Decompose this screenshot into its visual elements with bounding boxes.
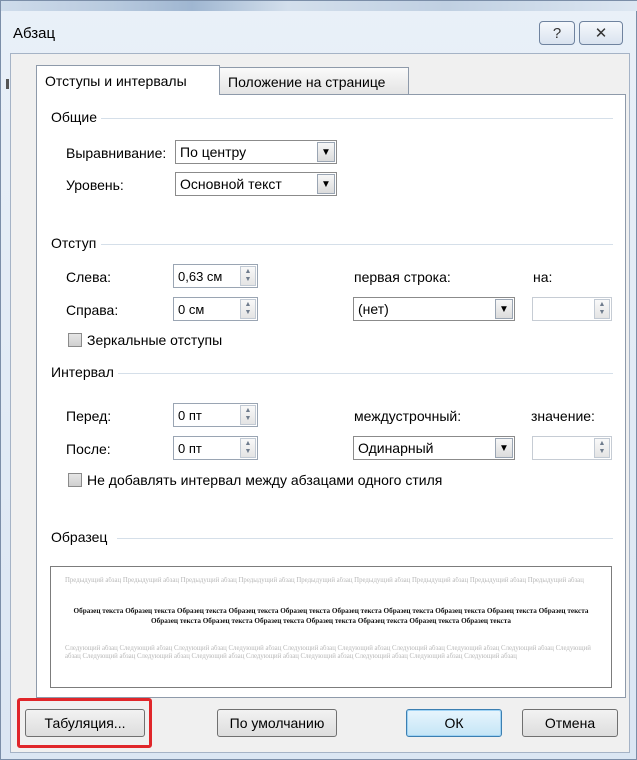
alignment-select[interactable]: По центру ▼: [175, 140, 337, 164]
group-divider: [117, 373, 613, 374]
spacing-after-value: 0 пт: [178, 440, 202, 456]
line-spacing-at-spinner[interactable]: ▲ ▼: [532, 436, 612, 460]
indent-right-label: Справа:: [66, 302, 119, 318]
indent-left-spinner[interactable]: 0,63 см ▲ ▼: [173, 264, 258, 288]
spin-arrows-icon[interactable]: ▲ ▼: [240, 299, 256, 319]
preview-next-paragraph: Следующий абзац Следующий абзац Следующи…: [65, 645, 591, 661]
tab-line-and-page-breaks[interactable]: Положение на странице: [219, 67, 409, 95]
indent-right-spinner[interactable]: 0 см ▲ ▼: [173, 297, 258, 321]
spin-arrows-icon[interactable]: ▲ ▼: [594, 438, 610, 458]
preview-sample-text: Образец текста Образец текста Образец те…: [73, 607, 589, 625]
tab-label: Отступы и интервалы: [45, 72, 187, 89]
close-icon: ✕: [594, 25, 608, 42]
chevron-down-icon[interactable]: ▼: [495, 438, 513, 458]
group-divider: [117, 538, 613, 539]
spacing-after-label: После:: [66, 441, 111, 457]
background-window-strip: [1, 1, 637, 11]
ok-button[interactable]: ОК: [406, 709, 502, 737]
mirror-indents-checkbox[interactable]: [68, 333, 82, 347]
help-icon: ?: [552, 24, 562, 42]
tabs-button[interactable]: Табуляция...: [25, 709, 145, 737]
first-line-value: (нет): [358, 301, 389, 317]
cancel-button-label: Отмена: [544, 715, 596, 731]
line-spacing-select[interactable]: Одинарный ▼: [353, 436, 515, 460]
paragraph-dialog: Абзац ? ✕ Отступы и интервалы Положение …: [0, 0, 637, 760]
alignment-label: Выравнивание:: [66, 145, 167, 161]
spacing-after-spinner[interactable]: 0 пт ▲ ▼: [173, 436, 258, 460]
tabs-button-label: Табуляция...: [44, 715, 126, 731]
dont-add-space-checkbox[interactable]: [68, 473, 82, 487]
preview-box: Предыдущий абзац Предыдущий абзац Предыд…: [50, 566, 612, 688]
group-general-title: Общие: [51, 109, 102, 125]
close-button[interactable]: ✕: [579, 21, 623, 45]
group-preview-title: Образец: [51, 529, 112, 545]
level-label: Уровень:: [66, 177, 124, 193]
dialog-title: Абзац: [13, 25, 56, 42]
level-value: Основной текст: [180, 176, 282, 192]
help-button[interactable]: ?: [539, 21, 575, 45]
chevron-down-icon[interactable]: ▼: [495, 299, 513, 319]
alignment-value: По центру: [180, 144, 247, 160]
preview-previous-paragraph: Предыдущий абзац Предыдущий абзац Предыд…: [65, 577, 584, 584]
spin-arrows-icon[interactable]: ▲ ▼: [240, 405, 256, 425]
group-indent-title: Отступ: [51, 235, 101, 251]
cancel-button[interactable]: Отмена: [522, 709, 618, 737]
first-line-label: первая строка:: [354, 269, 451, 285]
indent-left-label: Слева:: [66, 269, 112, 285]
tab-label: Положение на странице: [228, 73, 386, 90]
group-divider: [101, 244, 613, 245]
indent-right-value: 0 см: [178, 301, 205, 317]
spin-arrows-icon[interactable]: ▲ ▼: [240, 266, 256, 286]
indent-by-spinner[interactable]: ▲ ▼: [532, 297, 612, 321]
dont-add-space-label: Не добавлять интервал между абзацами одн…: [87, 472, 443, 488]
group-divider: [97, 118, 613, 119]
spin-arrows-icon[interactable]: ▲ ▼: [240, 438, 256, 458]
set-default-button[interactable]: По умолчанию: [217, 709, 337, 737]
set-default-button-label: По умолчанию: [229, 715, 325, 731]
chevron-down-icon[interactable]: ▼: [317, 142, 335, 162]
line-spacing-at-label: значение:: [531, 408, 595, 424]
background-fragment: [6, 79, 9, 89]
indent-by-label: на:: [533, 269, 553, 285]
spin-arrows-icon[interactable]: ▲ ▼: [594, 299, 610, 319]
group-spacing-title: Интервал: [51, 364, 118, 380]
line-spacing-label: междустрочный:: [354, 408, 462, 424]
indent-left-value: 0,63 см: [178, 268, 223, 284]
first-line-select[interactable]: (нет) ▼: [353, 297, 515, 321]
ok-button-label: ОК: [444, 715, 464, 731]
spacing-before-value: 0 пт: [178, 407, 202, 423]
spacing-before-spinner[interactable]: 0 пт ▲ ▼: [173, 403, 258, 427]
dialog-client-area: Отступы и интервалы Положение на страниц…: [10, 53, 630, 753]
mirror-indents-label: Зеркальные отступы: [87, 332, 223, 348]
chevron-down-icon[interactable]: ▼: [317, 174, 335, 194]
spacing-before-label: Перед:: [66, 408, 112, 424]
line-spacing-value: Одинарный: [358, 440, 434, 456]
tab-indents-and-spacing[interactable]: Отступы и интервалы: [36, 65, 220, 95]
level-select[interactable]: Основной текст ▼: [175, 172, 337, 196]
